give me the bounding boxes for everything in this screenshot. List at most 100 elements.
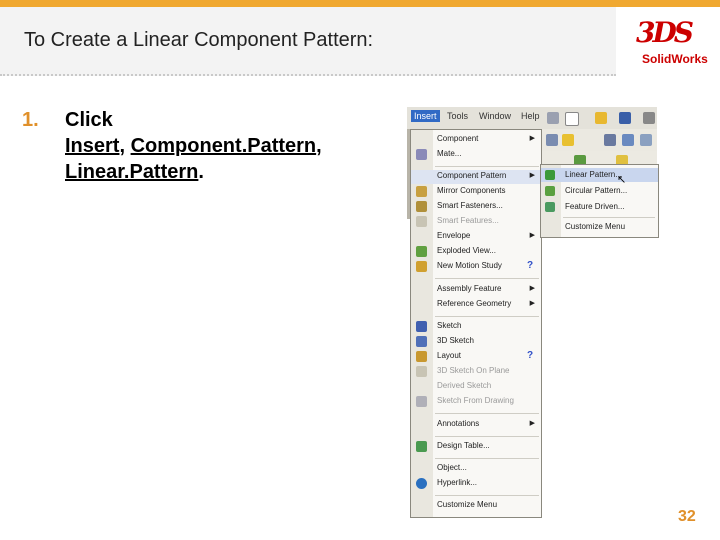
submenu-arrow-icon: ▶ [529,300,535,307]
circular-pattern-icon [545,186,555,196]
menu-item-envelope[interactable]: Envelope ▶ [411,230,541,244]
menu-item-label: Hyperlink... [437,478,478,487]
help-question-icon: ? [527,350,534,361]
submenu-item-circular-pattern[interactable]: Circular Pattern... [541,184,658,198]
logo-text: SolidWorks [642,52,708,66]
menu-separator [435,495,539,496]
menu-item-label: Reference Geometry [437,299,512,308]
open-folder-icon[interactable] [595,112,607,124]
step-number: 1. [22,109,39,131]
submenu-item-feature-driven[interactable]: Feature Driven... [541,200,658,214]
submenu-arrow-icon: ▶ [529,420,535,427]
select-icon[interactable] [604,134,616,146]
submenu-item-linear-pattern[interactable]: Linear Pattern... ↖ [541,168,658,186]
toolbar-row-1 [540,129,657,151]
submenu-item-label: Feature Driven... [565,202,625,211]
menu-bar: Insert Tools Window Help [407,107,657,130]
help-question-icon: ? [527,260,534,271]
menu-item-sketch-from-drawing[interactable]: Sketch From Drawing [411,395,541,409]
zoom-area-icon[interactable] [640,134,652,146]
menu-item-label: Smart Features... [437,216,499,225]
menu-item-sketch[interactable]: Sketch [411,320,541,334]
menu-item-component[interactable]: Component ▶ [411,133,541,147]
globe-icon [416,478,427,489]
step-insert: Insert [65,135,120,157]
linear-pattern-icon [545,170,555,180]
sketch-drawing-icon [416,396,427,407]
menu-help[interactable]: Help [521,111,540,121]
menu-item-mirror-components[interactable]: Mirror Components [411,185,541,199]
help-icon[interactable] [562,134,574,146]
slide-title: To Create a Linear Component Pattern: [24,29,374,51]
step-click: Click [65,109,113,131]
sketch3d-icon [416,336,427,347]
step-linear-pattern: Linear.Pattern [65,161,199,183]
menu-item-design-table[interactable]: Design Table... [411,440,541,454]
menu-item-3d-sketch-on-plane[interactable]: 3D Sketch On Plane [411,365,541,379]
menu-item-smart-fasteners[interactable]: Smart Fasteners... [411,200,541,214]
menu-item-reference-geometry[interactable]: Reference Geometry ▶ [411,298,541,312]
menu-insert[interactable]: Insert [411,110,440,122]
menu-item-customize-menu[interactable]: Customize Menu [411,499,541,513]
list-icon[interactable] [546,134,558,146]
menu-item-3d-sketch[interactable]: 3D Sketch [411,335,541,349]
menu-item-label: Customize Menu [437,500,498,509]
save-icon[interactable] [619,112,631,124]
menu-item-label: Component Pattern [437,171,507,180]
menu-item-label: Assembly Feature [437,284,502,293]
new-doc-icon[interactable] [565,112,579,126]
print-icon[interactable] [643,112,655,124]
menu-item-exploded-view[interactable]: Exploded View... [411,245,541,259]
menu-item-label: 3D Sketch [437,336,474,345]
submenu-arrow-icon: ▶ [529,232,535,239]
menu-window[interactable]: Window [479,111,511,121]
logo-mark: 3DS [636,16,694,49]
menu-separator [435,458,539,459]
sketch-plane-icon [416,366,427,377]
zoom-icon[interactable] [622,134,634,146]
menu-item-layout[interactable]: Layout? [411,350,541,364]
step-component-pattern: Component.Pattern [130,135,317,157]
submenu-item-customize-menu[interactable]: Customize Menu [541,220,658,234]
submenu-separator [563,217,655,218]
page-number: 32 [678,508,696,525]
menu-item-mate[interactable]: Mate... [411,148,541,162]
menu-item-label: Annotations [437,419,480,428]
menu-item-label: Sketch From Drawing [437,396,514,405]
menu-item-hyperlink[interactable]: Hyperlink... [411,477,541,491]
top-accent-bar [0,0,720,7]
menu-item-label: Derived Sketch [437,381,492,390]
smart-features-icon [416,216,427,227]
submenu-item-label: Linear Pattern... [565,170,622,179]
menu-separator [435,166,539,167]
motion-icon [416,261,427,272]
pin-icon[interactable] [547,112,559,124]
menu-item-label: Mirror Components [437,186,506,195]
menu-item-label: Envelope [437,231,471,240]
submenu-arrow-icon: ▶ [529,285,535,292]
menu-item-smart-features[interactable]: Smart Features... [411,215,541,229]
solidworks-screenshot: Insert Tools Window Help Component ▶ Mate… [407,107,659,518]
menu-item-annotations[interactable]: Annotations ▶ [411,418,541,432]
menu-item-assembly-feature[interactable]: Assembly Feature ▶ [411,283,541,297]
submenu-item-label: Customize Menu [565,222,626,231]
insert-menu: Component ▶ Mate... Component Pattern ▶ Mi… [410,129,542,518]
menu-item-object[interactable]: Object... [411,462,541,476]
menu-item-derived-sketch[interactable]: Derived Sketch [411,380,541,394]
menu-item-label: 3D Sketch On Plane [437,366,510,375]
menu-item-label: Mate... [437,149,462,158]
component-pattern-submenu: Linear Pattern... ↖ Circular Pattern... F… [540,164,659,238]
paperclip-icon [416,149,427,160]
menu-item-label: Exploded View... [437,246,497,255]
menu-item-label: Sketch [437,321,462,330]
mirror-icon [416,186,427,197]
submenu-arrow-icon: ▶ [529,172,535,179]
menu-tools[interactable]: Tools [447,111,468,121]
menu-item-new-motion-study[interactable]: New Motion Study? [411,260,541,274]
submenu-item-label: Circular Pattern... [565,186,628,195]
menu-item-component-pattern[interactable]: Component Pattern ▶ [411,170,541,184]
submenu-arrow-icon: ▶ [529,135,535,142]
menu-separator [435,436,539,437]
title-area: To Create a Linear Component Pattern: [0,7,616,76]
solidworks-logo: 3DS SolidWorks [628,14,714,70]
